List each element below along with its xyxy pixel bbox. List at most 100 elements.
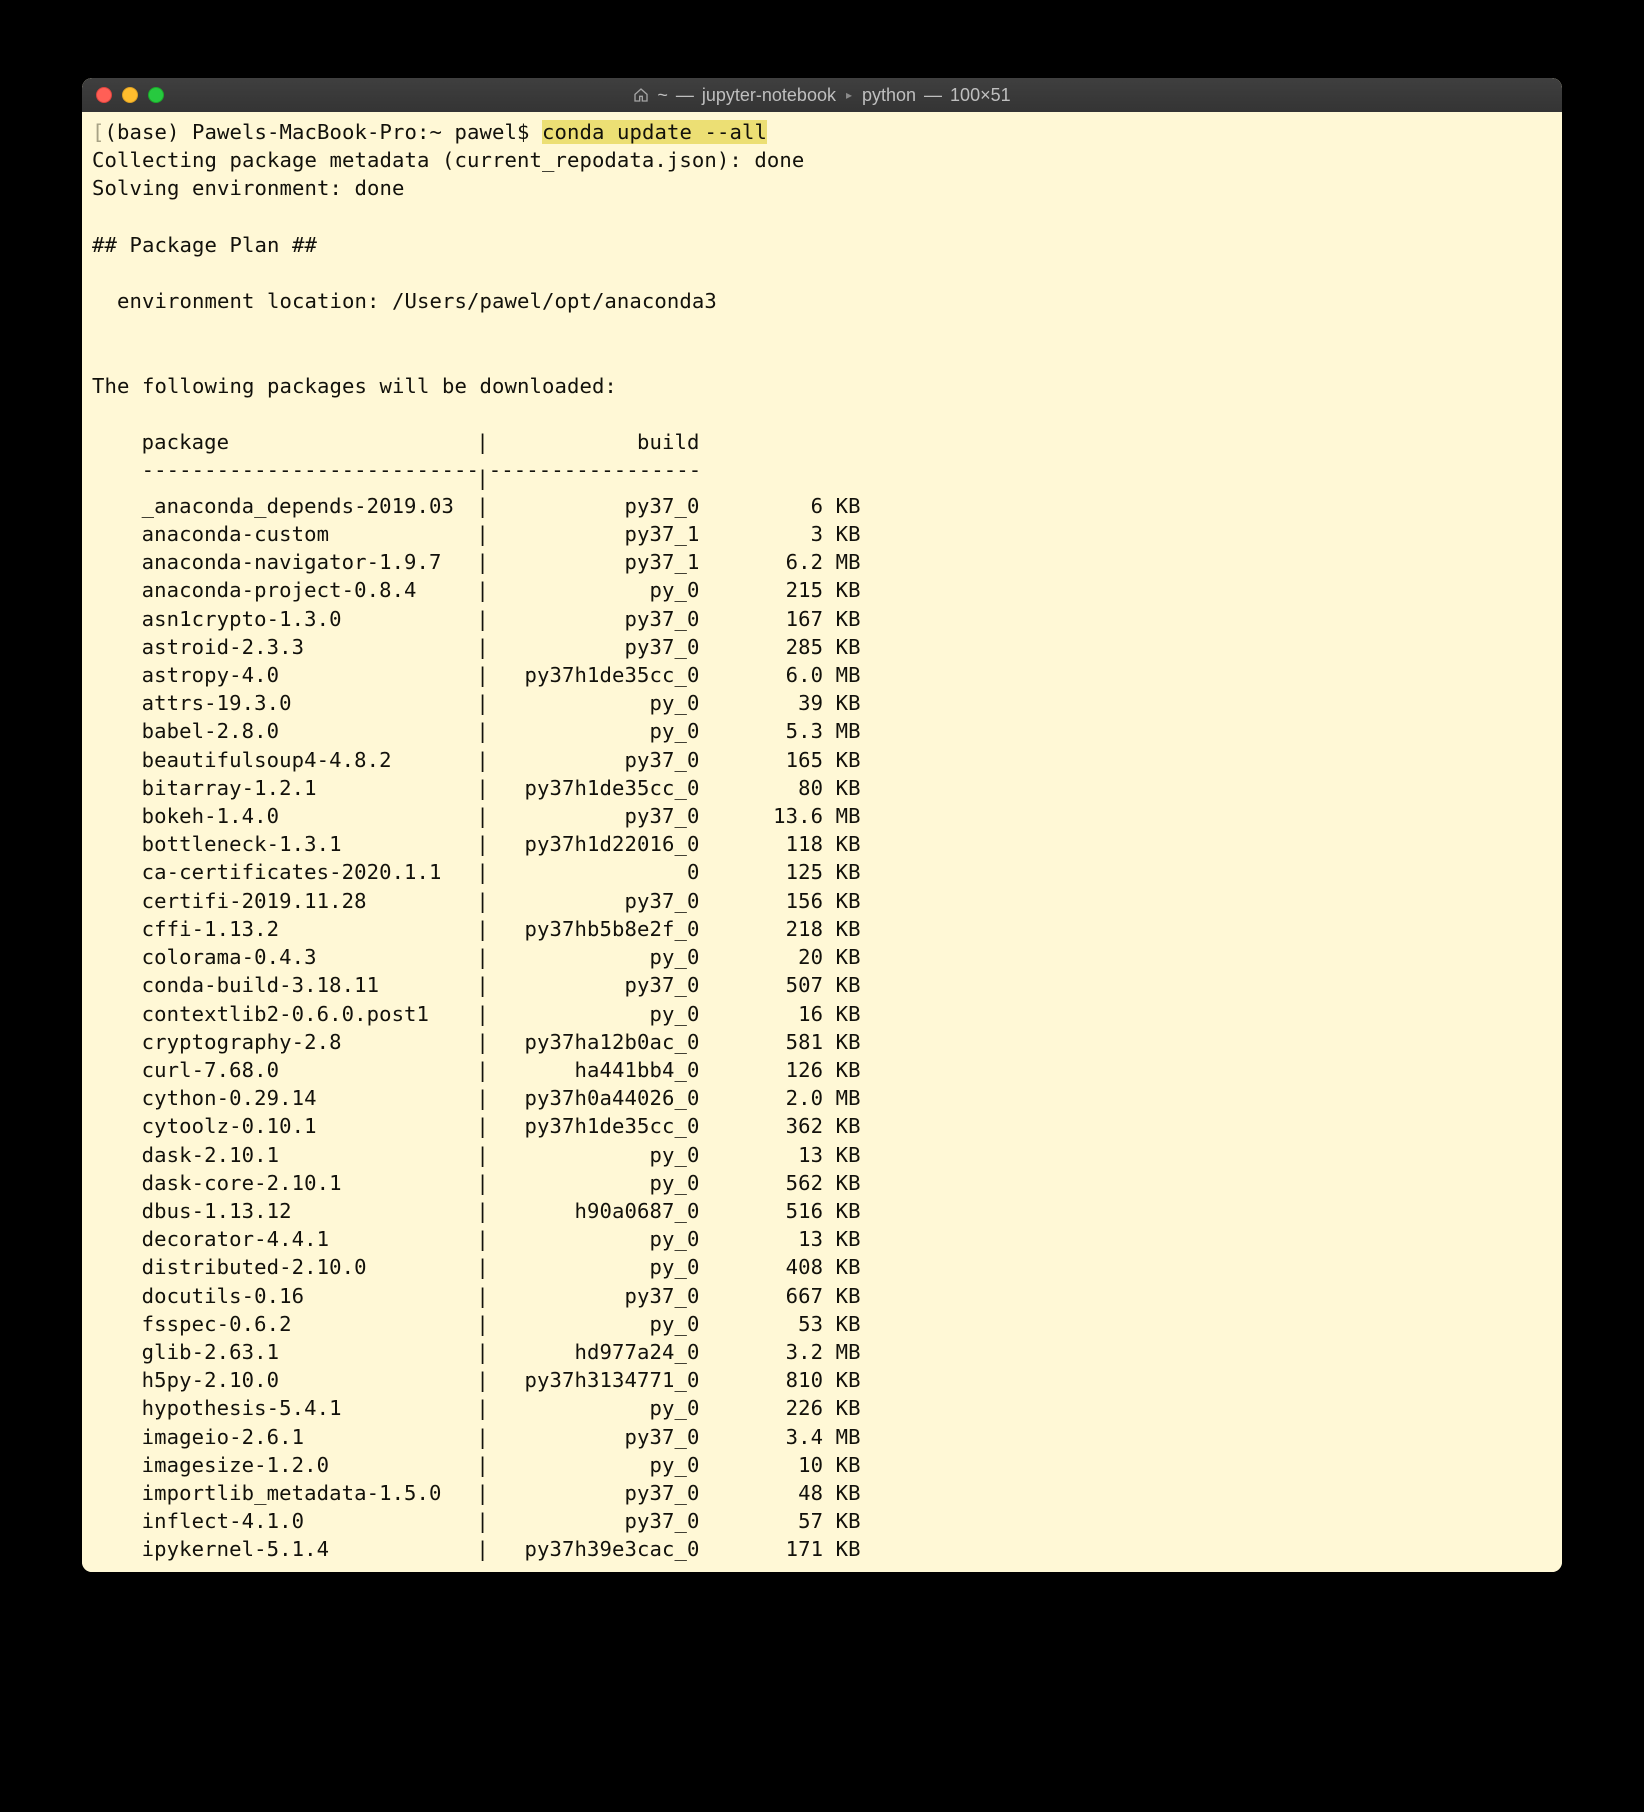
package-name: bokeh-1.4.0 <box>142 802 477 830</box>
package-size: 39 KB <box>700 689 861 717</box>
output-line: Solving environment: done <box>92 174 1552 202</box>
output-line: ## Package Plan ## <box>92 231 1552 259</box>
package-size: 156 KB <box>700 887 861 915</box>
package-name: anaconda-navigator-1.9.7 <box>142 548 477 576</box>
package-size: 507 KB <box>700 971 861 999</box>
package-build: py37_0 <box>489 1479 700 1507</box>
package-name: decorator-4.4.1 <box>142 1225 477 1253</box>
output-line: environment location: /Users/pawel/opt/a… <box>92 287 1552 315</box>
package-name: cython-0.29.14 <box>142 1084 477 1112</box>
package-name: fsspec-0.6.2 <box>142 1310 477 1338</box>
package-size: 215 KB <box>700 576 861 604</box>
package-name: dbus-1.13.12 <box>142 1197 477 1225</box>
package-build: py37_0 <box>489 633 700 661</box>
table-header: package|build <box>92 428 1552 456</box>
package-name: curl-7.68.0 <box>142 1056 477 1084</box>
package-row: dask-2.10.1|py_013 KB <box>92 1141 1552 1169</box>
package-row: astroid-2.3.3|py37_0285 KB <box>92 633 1552 661</box>
package-size: 13.6 MB <box>700 802 861 830</box>
package-size: 3.4 MB <box>700 1423 861 1451</box>
package-name: bottleneck-1.3.1 <box>142 830 477 858</box>
package-name: bitarray-1.2.1 <box>142 774 477 802</box>
package-build: py37h1d22016_0 <box>489 830 700 858</box>
package-name: ca-certificates-2020.1.1 <box>142 858 477 886</box>
package-name: _anaconda_depends-2019.03 <box>142 492 477 520</box>
package-build: py37_0 <box>489 971 700 999</box>
package-build: py_0 <box>489 1451 700 1479</box>
package-name: cytoolz-0.10.1 <box>142 1112 477 1140</box>
package-size: 810 KB <box>700 1366 861 1394</box>
package-name: cryptography-2.8 <box>142 1028 477 1056</box>
package-size: 667 KB <box>700 1282 861 1310</box>
col-build: build <box>489 428 700 456</box>
package-build: py37_0 <box>489 1507 700 1535</box>
terminal-body[interactable]: [(base) Pawels-MacBook-Pro:~ pawel$ cond… <box>82 112 1562 1572</box>
package-row: cython-0.29.14|py37h0a44026_02.0 MB <box>92 1084 1552 1112</box>
package-row: decorator-4.4.1|py_013 KB <box>92 1225 1552 1253</box>
zoom-button[interactable] <box>148 87 164 103</box>
package-size: 226 KB <box>700 1394 861 1422</box>
title-dimensions: 100×51 <box>950 85 1011 106</box>
package-row: hypothesis-5.4.1|py_0226 KB <box>92 1394 1552 1422</box>
package-build: py_0 <box>489 1394 700 1422</box>
package-row: anaconda-navigator-1.9.7|py37_16.2 MB <box>92 548 1552 576</box>
package-row: dask-core-2.10.1|py_0562 KB <box>92 1169 1552 1197</box>
package-size: 57 KB <box>700 1507 861 1535</box>
package-build: py37_0 <box>489 605 700 633</box>
output-line <box>92 203 1552 231</box>
package-size: 20 KB <box>700 943 861 971</box>
package-build: py37h1de35cc_0 <box>489 774 700 802</box>
package-size: 118 KB <box>700 830 861 858</box>
package-name: glib-2.63.1 <box>142 1338 477 1366</box>
package-build: py37_1 <box>489 548 700 576</box>
package-build: py_0 <box>489 1169 700 1197</box>
package-row: attrs-19.3.0|py_039 KB <box>92 689 1552 717</box>
package-size: 6 KB <box>700 492 861 520</box>
package-row: inflect-4.1.0|py37_057 KB <box>92 1507 1552 1535</box>
package-name: dask-core-2.10.1 <box>142 1169 477 1197</box>
package-row: beautifulsoup4-4.8.2|py37_0165 KB <box>92 746 1552 774</box>
bracket-open: [ <box>92 120 105 144</box>
package-name: anaconda-custom <box>142 520 477 548</box>
package-build: h90a0687_0 <box>489 1197 700 1225</box>
package-size: 167 KB <box>700 605 861 633</box>
package-build: py37_0 <box>489 746 700 774</box>
package-row: bitarray-1.2.1|py37h1de35cc_080 KB <box>92 774 1552 802</box>
package-size: 80 KB <box>700 774 861 802</box>
package-row: bokeh-1.4.0|py37_013.6 MB <box>92 802 1552 830</box>
package-build: py_0 <box>489 1000 700 1028</box>
package-row: curl-7.68.0|ha441bb4_0126 KB <box>92 1056 1552 1084</box>
package-name: beautifulsoup4-4.8.2 <box>142 746 477 774</box>
package-name: ipykernel-5.1.4 <box>142 1535 477 1563</box>
package-name: anaconda-project-0.8.4 <box>142 576 477 604</box>
package-name: cffi-1.13.2 <box>142 915 477 943</box>
package-row: conda-build-3.18.11|py37_0507 KB <box>92 971 1552 999</box>
package-row: fsspec-0.6.2|py_053 KB <box>92 1310 1552 1338</box>
package-row: babel-2.8.0|py_05.3 MB <box>92 717 1552 745</box>
package-size: 6.0 MB <box>700 661 861 689</box>
package-size: 5.3 MB <box>700 717 861 745</box>
package-build: py37hb5b8e2f_0 <box>489 915 700 943</box>
titlebar[interactable]: ~ — jupyter-notebook ▸ python — 100×51 <box>82 78 1562 112</box>
package-name: babel-2.8.0 <box>142 717 477 745</box>
package-build: py_0 <box>489 1310 700 1338</box>
package-row: astropy-4.0|py37h1de35cc_06.0 MB <box>92 661 1552 689</box>
package-size: 581 KB <box>700 1028 861 1056</box>
window-title: ~ — jupyter-notebook ▸ python — 100×51 <box>82 85 1562 106</box>
package-name: imagesize-1.2.0 <box>142 1451 477 1479</box>
package-build: py_0 <box>489 717 700 745</box>
prompt-command: conda update --all <box>542 120 767 144</box>
package-size: 218 KB <box>700 915 861 943</box>
package-name: importlib_metadata-1.5.0 <box>142 1479 477 1507</box>
close-button[interactable] <box>96 87 112 103</box>
package-size: 3.2 MB <box>700 1338 861 1366</box>
package-build: py37_0 <box>489 802 700 830</box>
package-name: dask-2.10.1 <box>142 1141 477 1169</box>
package-row: glib-2.63.1|hd977a24_03.2 MB <box>92 1338 1552 1366</box>
chevron-right-icon: ▸ <box>846 88 852 102</box>
minimize-button[interactable] <box>122 87 138 103</box>
package-row: anaconda-custom|py37_13 KB <box>92 520 1552 548</box>
package-size: 16 KB <box>700 1000 861 1028</box>
package-row: imagesize-1.2.0|py_010 KB <box>92 1451 1552 1479</box>
package-name: conda-build-3.18.11 <box>142 971 477 999</box>
